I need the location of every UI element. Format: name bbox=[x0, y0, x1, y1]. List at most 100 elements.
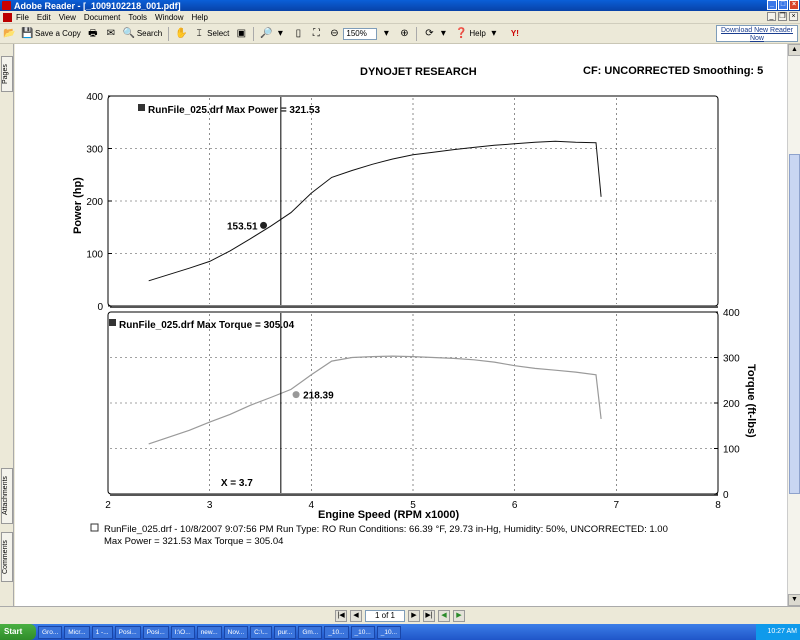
snapshot-button[interactable]: ▣ bbox=[232, 26, 250, 42]
search-label: Search bbox=[136, 29, 163, 38]
scrollbar-thumb[interactable] bbox=[789, 154, 800, 494]
fit-page-button[interactable]: ⛶ bbox=[307, 26, 325, 42]
rotate-button[interactable]: ⟳ ▾ bbox=[420, 26, 452, 42]
page-number-field[interactable]: 1 of 1 bbox=[365, 609, 405, 622]
engine-speed-x-axis-label: Engine Speed (RPM x1000) bbox=[318, 509, 460, 521]
magnifier-icon: 🔎 bbox=[260, 27, 273, 39]
menu-bar: File Edit View Document Tools Window Hel… bbox=[0, 11, 800, 24]
hand-tool-button[interactable]: ✋ bbox=[172, 26, 190, 42]
taskbar-button[interactable]: Posi... bbox=[114, 625, 141, 639]
zoom-tool-button[interactable]: 🔎 ▾ bbox=[257, 26, 289, 42]
y-tick-label: 200 bbox=[723, 399, 740, 410]
doc-restore-button[interactable]: ❐ bbox=[778, 12, 787, 21]
window-controls: _ □ × bbox=[767, 0, 799, 10]
actual-size-button[interactable]: ▯ bbox=[289, 26, 307, 42]
taskbar-button[interactable]: I:\O... bbox=[170, 625, 195, 639]
next-page-button[interactable]: ▶ bbox=[408, 609, 420, 622]
menu-tools[interactable]: Tools bbox=[128, 13, 147, 22]
doc-minimize-button[interactable]: _ bbox=[767, 12, 776, 21]
previous-view-button[interactable]: ◀ bbox=[438, 609, 450, 622]
toolbar-divider bbox=[168, 26, 170, 41]
maximize-button[interactable]: □ bbox=[778, 0, 788, 10]
torque-legend-marker bbox=[109, 319, 116, 326]
taskbar-button[interactable]: Micr... bbox=[64, 625, 90, 639]
taskbar-button[interactable]: 1 -... bbox=[91, 625, 113, 639]
torque-chart-grid bbox=[110, 314, 716, 492]
last-page-button[interactable]: ▶| bbox=[423, 609, 435, 622]
close-button[interactable]: × bbox=[789, 0, 799, 10]
minimize-button[interactable]: _ bbox=[767, 0, 777, 10]
taskbar-button[interactable]: pur... bbox=[273, 625, 297, 639]
zoom-out-button[interactable]: ⊖ bbox=[325, 26, 343, 42]
cursor-x-readout: X = 3.7 bbox=[221, 478, 253, 489]
open-button[interactable]: 📂 bbox=[0, 26, 18, 42]
scroll-up-button[interactable]: ▲ bbox=[788, 44, 800, 56]
taskbar-button[interactable]: C:\... bbox=[250, 625, 272, 639]
y-tick-label: 0 bbox=[97, 302, 103, 313]
power-cursor-marker bbox=[260, 221, 268, 229]
torque-cursor-value: 218.39 bbox=[303, 391, 334, 402]
vertical-scrollbar[interactable]: ▲ ▼ bbox=[787, 44, 800, 606]
doc-close-button[interactable]: × bbox=[789, 12, 798, 21]
first-page-button[interactable]: |◀ bbox=[335, 609, 347, 622]
search-button[interactable]: 🔍 Search bbox=[120, 26, 165, 42]
toolbar-divider bbox=[253, 26, 255, 41]
attachments-tab[interactable]: Attachments bbox=[1, 468, 13, 524]
system-tray-clock: 10:27 AM bbox=[756, 624, 800, 640]
previous-page-button[interactable]: ◀ bbox=[350, 609, 362, 622]
select-tool-button[interactable]: 𝙸 Select bbox=[190, 26, 232, 42]
menu-window[interactable]: Window bbox=[155, 13, 183, 22]
help-icon: ❓ bbox=[455, 27, 468, 39]
comments-tab[interactable]: Comments bbox=[1, 532, 13, 582]
taskbar-button[interactable]: Posi... bbox=[142, 625, 169, 639]
y-tick-label: 200 bbox=[86, 197, 103, 208]
taskbar-button[interactable]: Nov... bbox=[223, 625, 249, 639]
folder-icon: 📂 bbox=[3, 27, 16, 39]
navigation-panel: Pages Attachments Comments bbox=[0, 44, 14, 606]
menu-help[interactable]: Help bbox=[192, 13, 208, 22]
taskbar-button[interactable]: _10... bbox=[324, 625, 349, 639]
minus-circle-icon: ⊖ bbox=[330, 27, 339, 39]
x-tick-label: 3 bbox=[207, 500, 213, 511]
menu-document[interactable]: Document bbox=[84, 13, 120, 22]
menu-view[interactable]: View bbox=[59, 13, 76, 22]
menu-edit[interactable]: Edit bbox=[37, 13, 51, 22]
start-button[interactable]: Start bbox=[0, 624, 36, 640]
y-tick-label: 100 bbox=[86, 250, 103, 261]
zoom-level-field[interactable]: 150% bbox=[343, 27, 378, 40]
menu-file[interactable]: File bbox=[16, 13, 29, 22]
scroll-down-button[interactable]: ▼ bbox=[788, 594, 800, 606]
chevron-down-icon: ▾ bbox=[491, 27, 497, 39]
x-tick-label: 4 bbox=[309, 500, 315, 511]
max-values-line: Max Power = 321.53 Max Torque = 305.04 bbox=[104, 536, 283, 547]
document-icon[interactable] bbox=[3, 12, 12, 22]
taskbar-button[interactable]: new... bbox=[196, 625, 222, 639]
pages-tab[interactable]: Pages bbox=[1, 56, 13, 92]
taskbar-button[interactable]: Gro... bbox=[38, 625, 63, 639]
printer-icon: 🖶 bbox=[88, 27, 98, 39]
text-cursor-icon: 𝙸 bbox=[195, 27, 203, 39]
zoom-dropdown-button[interactable]: ▾ bbox=[377, 26, 395, 42]
taskbar-button[interactable]: Gm... bbox=[298, 625, 323, 639]
taskbar-button[interactable]: _10... bbox=[350, 625, 375, 639]
next-view-button[interactable]: ▶ bbox=[453, 609, 465, 622]
chevron-down-icon: ▾ bbox=[277, 27, 283, 39]
page-navigation-bar: |◀ ◀ 1 of 1 ▶ ▶| ◀ ▶ bbox=[0, 606, 800, 624]
save-copy-button[interactable]: 💾 Save a Copy bbox=[18, 26, 84, 42]
email-button[interactable]: ✉ bbox=[102, 26, 120, 42]
print-button[interactable]: 🖶 bbox=[84, 26, 102, 42]
taskbar-buttons: Gro... Micr... 1 -... Posi... Posi... I:\O...… bbox=[36, 625, 756, 639]
yahoo-toolbar-button[interactable]: Y! bbox=[503, 26, 527, 42]
toolbar: 📂 💾 Save a Copy 🖶 ✉ 🔍 Search ✋ 𝙸 Select ▣ 🔎… bbox=[0, 24, 800, 44]
torque-series-line bbox=[148, 355, 602, 445]
floppy-icon: 💾 bbox=[21, 27, 34, 39]
help-button[interactable]: ❓ Help ▾ bbox=[452, 26, 502, 42]
yahoo-logo-icon: Y! bbox=[510, 28, 519, 38]
download-new-reader-button[interactable]: Download New Reader Now bbox=[716, 25, 798, 42]
x-tick-label: 7 bbox=[614, 500, 620, 511]
chevron-down-icon: ▾ bbox=[383, 27, 389, 39]
y-tick-label: 400 bbox=[86, 92, 103, 103]
zoom-in-button[interactable]: ⊕ bbox=[395, 26, 413, 42]
taskbar-button[interactable]: _10... bbox=[376, 625, 402, 639]
document-viewport[interactable]: DYNOJET RESEARCH CF: UNCORRECTED Smoothi… bbox=[15, 44, 787, 606]
